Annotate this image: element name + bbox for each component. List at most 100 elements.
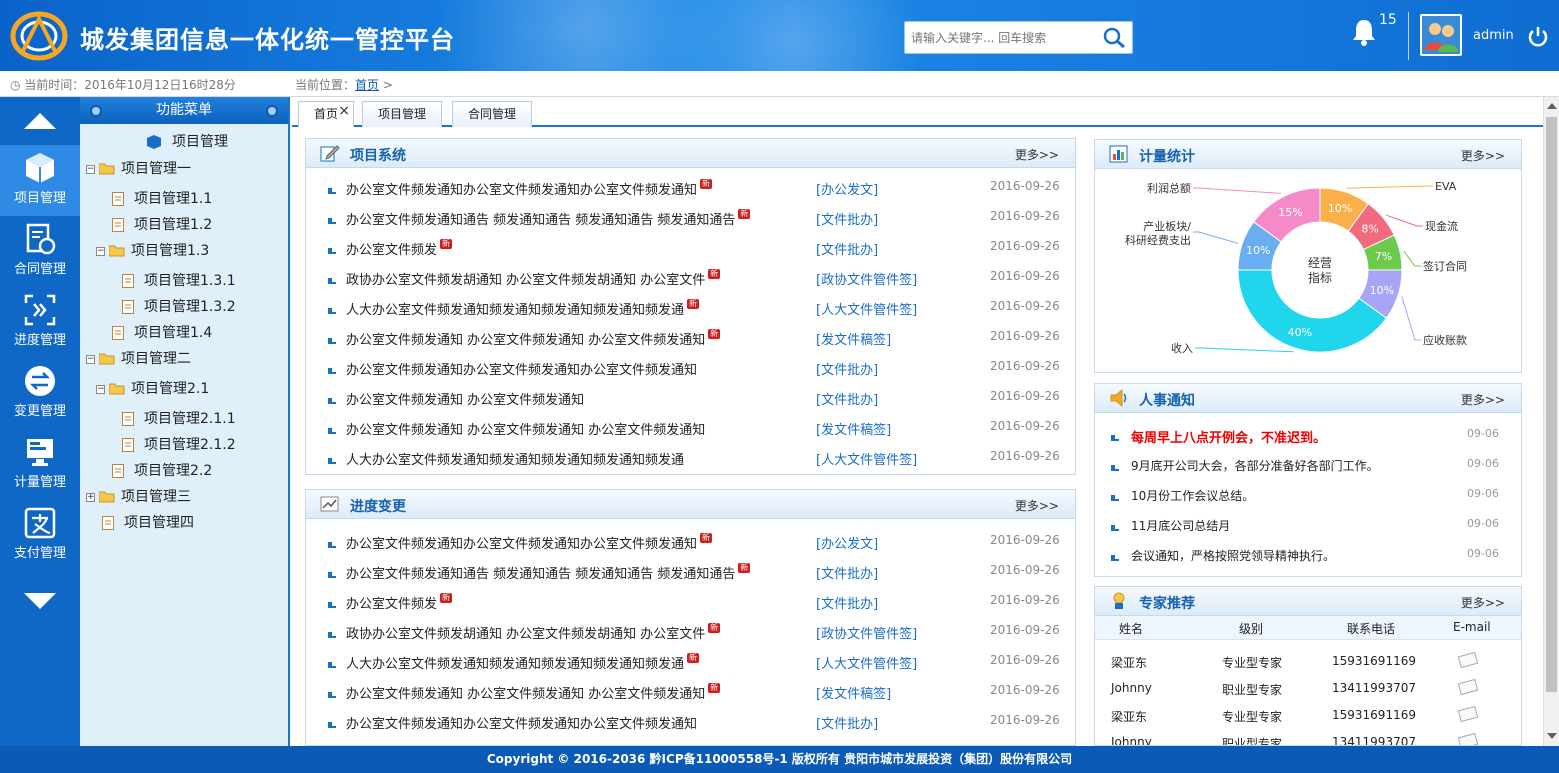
breadcrumb-home-link[interactable]: 首页 [355,78,379,92]
tab-home[interactable]: 首页 × [298,101,354,127]
notice-title[interactable]: 会议通知，严格按照党领导精神执行。 [1131,547,1335,564]
tree-node[interactable]: − 项目管理一 [86,158,191,180]
scroll-down-icon[interactable] [1547,733,1557,739]
list-item[interactable]: 9月底开公司大会，各部分准备好各部门工作。 09-06 [1095,457,1521,479]
list-item[interactable]: 人大办公室文件频发通知频发通知频发通知频发通知频发通新 [人大文件管件签] 2016… [306,653,1075,675]
collapse-icon[interactable]: − [96,384,105,394]
item-category[interactable]: [政协文件管件签] [816,269,917,288]
nav-down-arrow-icon[interactable] [0,577,80,625]
collapse-icon[interactable]: − [96,246,105,256]
item-category[interactable]: [文件批办] [816,239,878,258]
list-item[interactable]: 政协办公室文件频发胡通知 办公室文件频发胡通知 办公室文件新 [政协文件管件签] 2… [306,623,1075,645]
power-icon[interactable] [1527,25,1549,47]
nav-item-project[interactable]: 项目管理 [0,145,80,216]
email-icon[interactable] [1457,678,1479,696]
scrollbar-thumb[interactable] [1546,117,1557,692]
item-category[interactable]: [文件批办] [816,359,878,378]
item-title[interactable]: 办公室文件频发新 [346,593,453,612]
item-title[interactable]: 办公室文件频发新 [346,239,453,258]
tree-node[interactable]: 项目管理1.1 [112,188,212,210]
list-item[interactable]: 办公室文件频发通知办公室文件频发通知办公室文件频发通知新 [办公发文] 2016-0… [306,179,1075,201]
list-item[interactable]: 办公室文件频发通知通告 频发通知通告 频发通知通告 频发通知通告新 [文件批办] 2… [306,563,1075,585]
item-title[interactable]: 政协办公室文件频发胡通知 办公室文件频发胡通知 办公室文件新 [346,623,721,642]
email-icon[interactable] [1457,651,1479,669]
email-icon[interactable] [1457,732,1479,745]
item-category[interactable]: [文件批办] [816,713,878,732]
item-title[interactable]: 办公室文件频发通知通告 频发通知通告 频发通知通告 频发通知通告新 [346,563,751,582]
item-title[interactable]: 人大办公室文件频发通知频发通知频发通知频发通知频发通新 [346,299,700,318]
item-title[interactable]: 办公室文件频发通知办公室文件频发通知办公室文件频发通知新 [346,533,713,552]
avatar[interactable] [1420,14,1462,56]
collapse-icon[interactable]: − [86,164,95,174]
tree-node[interactable]: 项目管理1.2 [112,214,212,236]
nav-item-measure[interactable]: 计量管理 [0,429,80,500]
nav-up-arrow-icon[interactable] [0,97,80,145]
list-item[interactable]: 办公室文件频发新 [文件批办] 2016-09-26 [306,239,1075,261]
list-item[interactable]: 会议通知，严格按照党领导精神执行。 09-06 [1095,547,1521,569]
tree-node[interactable]: 项目管理2.2 [112,460,212,482]
item-category[interactable]: [政协文件管件签] [816,623,917,642]
expand-icon[interactable]: + [86,492,95,502]
notice-title[interactable]: 9月底开公司大会，各部分准备好各部门工作。 [1131,457,1379,474]
collapse-icon[interactable]: − [86,354,95,364]
list-item[interactable]: 11月底公司总结月 09-06 [1095,517,1521,539]
nav-item-payment[interactable]: 支付管理 [0,500,80,571]
tree-node[interactable]: 项目管理1.4 [112,322,212,344]
tree-node[interactable]: 项目管理1.3.1 [122,270,236,292]
list-item[interactable]: 每周早上八点开例会，不准迟到。 09-06 [1095,427,1521,449]
close-icon[interactable]: × [338,99,350,123]
list-item[interactable]: 办公室文件频发通知 办公室文件频发通知 办公室文件频发通知新 [发文件稿签] 201… [306,683,1075,705]
page-scrollbar[interactable] [1543,97,1559,746]
list-item[interactable]: 办公室文件频发通知办公室文件频发通知办公室文件频发通知 [文件批办] 2016-09… [306,713,1075,735]
scroll-up-icon[interactable] [1547,103,1557,109]
username[interactable]: admin [1473,28,1514,43]
notice-title[interactable]: 每周早上八点开例会，不准迟到。 [1131,427,1326,446]
list-item[interactable]: 办公室文件频发通知 办公室文件频发通知 [文件批办] 2016-09-26 [306,389,1075,411]
list-item[interactable]: 办公室文件频发通知办公室文件频发通知办公室文件频发通知 [文件批办] 2016-09… [306,359,1075,381]
tab-project[interactable]: 项目管理 [362,101,442,127]
tab-contract[interactable]: 合同管理 [452,101,532,127]
more-link[interactable]: 更多>> [1015,146,1059,163]
nav-item-progress[interactable]: 进度管理 [0,287,80,358]
list-item[interactable]: 办公室文件频发通知办公室文件频发通知办公室文件频发通知新 [办公发文] 2016-0… [306,533,1075,555]
item-title[interactable]: 办公室文件频发通知 办公室文件频发通知 [346,389,584,408]
item-title[interactable]: 办公室文件频发通知办公室文件频发通知办公室文件频发通知 [346,713,697,732]
nav-item-change[interactable]: 变更管理 [0,358,80,429]
tree-node[interactable]: 项目管理2.1.2 [122,434,236,456]
item-category[interactable]: [发文件稿签] [816,329,891,348]
nav-item-contract[interactable]: 合同管理 [0,216,80,287]
item-title[interactable]: 政协办公室文件频发胡通知 办公室文件频发胡通知 办公室文件新 [346,269,721,288]
tree-node[interactable]: − 项目管理2.1 [96,378,209,400]
tree-node[interactable]: 项目管理四 [102,512,194,534]
item-title[interactable]: 办公室文件频发通知办公室文件频发通知办公室文件频发通知 [346,359,697,378]
list-item[interactable]: 人大办公室文件频发通知频发通知频发通知频发通知频发通 [人大文件管件签] 2016-… [306,449,1075,471]
list-item[interactable]: 10月份工作会议总结。 09-06 [1095,487,1521,509]
list-item[interactable]: 政协办公室文件频发胡通知 办公室文件频发胡通知 办公室文件新 [政协文件管件签] 2… [306,269,1075,291]
item-category[interactable]: [文件批办] [816,563,878,582]
item-category[interactable]: [文件批办] [816,209,878,228]
item-title[interactable]: 办公室文件频发通知办公室文件频发通知办公室文件频发通知新 [346,179,713,198]
item-category[interactable]: [人大文件管件签] [816,299,917,318]
item-category[interactable]: [人大文件管件签] [816,653,917,672]
more-link[interactable]: 更多>> [1461,594,1505,611]
tree-node[interactable]: 项目管理2.1.1 [122,408,236,430]
tree-node[interactable]: 项目管理1.3.2 [122,296,236,318]
list-item[interactable]: 办公室文件频发通知通告 频发通知通告 频发通知通告 频发通知通告新 [文件批办] 2… [306,209,1075,231]
email-icon[interactable] [1457,705,1479,723]
item-title[interactable]: 办公室文件频发通知 办公室文件频发通知 办公室文件频发通知新 [346,329,721,348]
item-category[interactable]: [办公发文] [816,179,878,198]
more-link[interactable]: 更多>> [1461,391,1505,408]
item-title[interactable]: 办公室文件频发通知通告 频发通知通告 频发通知通告 频发通知通告新 [346,209,751,228]
item-title[interactable]: 办公室文件频发通知 办公室文件频发通知 办公室文件频发通知新 [346,683,721,702]
notice-title[interactable]: 10月份工作会议总结。 [1131,487,1254,504]
tree-node[interactable]: + 项目管理三 [86,486,191,508]
item-title[interactable]: 办公室文件频发通知 办公室文件频发通知 办公室文件频发通知 [346,419,705,438]
bell-icon[interactable] [1349,17,1379,47]
item-category[interactable]: [人大文件管件签] [816,449,917,468]
list-item[interactable]: 人大办公室文件频发通知频发通知频发通知频发通知频发通新 [人大文件管件签] 2016… [306,299,1075,321]
more-link[interactable]: 更多>> [1461,147,1505,164]
tree-root[interactable]: 项目管理 [146,131,228,151]
item-category[interactable]: [文件批办] [816,593,878,612]
item-category[interactable]: [发文件稿签] [816,419,891,438]
tree-node[interactable]: − 项目管理二 [86,348,191,370]
